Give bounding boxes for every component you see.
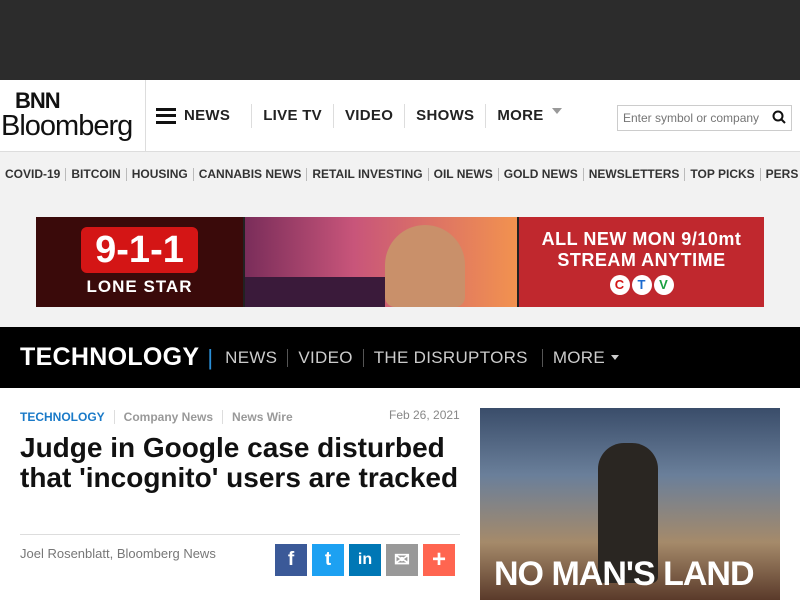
- subnav-newsletters[interactable]: NEWSLETTERS: [582, 167, 685, 181]
- plus-icon: +: [431, 546, 446, 573]
- article-headline: Judge in Google case disturbed that 'inc…: [20, 432, 459, 493]
- section-more-label: MORE: [552, 347, 606, 367]
- ad-band: 9-1-1 LONE STAR ALL NEW MON 9/10mt STREA…: [0, 196, 800, 327]
- twitter-share-button[interactable]: t: [312, 544, 344, 576]
- divider: [20, 534, 460, 535]
- subnav-cannabis[interactable]: CANNABIS NEWS: [192, 167, 307, 181]
- top-ad-space: [0, 0, 800, 80]
- section-link-news[interactable]: NEWS: [221, 348, 287, 367]
- chevron-down-icon: [611, 354, 620, 360]
- ad-show-number: 9-1-1: [81, 226, 198, 273]
- linkedin-share-button[interactable]: in: [349, 544, 381, 576]
- email-share-button[interactable]: ✉: [386, 544, 418, 576]
- subnav-retail-investing[interactable]: RETAIL INVESTING: [306, 167, 427, 181]
- promo-ad[interactable]: NO MAN'S LAND: [480, 408, 780, 600]
- section-more[interactable]: MORE: [541, 347, 629, 367]
- nav-more[interactable]: MORE: [485, 103, 572, 128]
- search-input[interactable]: [618, 111, 768, 125]
- subnav-bitcoin[interactable]: BITCOIN: [65, 167, 125, 181]
- logo-line1: BNN: [15, 87, 61, 113]
- ad-image: [243, 216, 519, 307]
- ad-show-name: LONE STAR: [86, 276, 193, 296]
- crumb-technology[interactable]: TECHNOLOGY: [20, 410, 114, 424]
- hamburger-icon: [156, 107, 176, 124]
- linkedin-icon: in: [357, 551, 373, 568]
- bnn-bloomberg-logo[interactable]: BNN Bloomberg: [0, 80, 146, 151]
- main-nav: NEWS LIVE TV VIDEO SHOWS MORE: [146, 80, 573, 151]
- article-area: TECHNOLOGY Company News News Wire Feb 26…: [0, 388, 800, 600]
- section-separator: |: [207, 344, 214, 370]
- article-date: Feb 26, 2021: [389, 408, 460, 422]
- article-byline: Joel Rosenblatt, Bloomberg News: [20, 546, 216, 561]
- section-bar: TECHNOLOGY | NEWS VIDEO THE DISRUPTORS M…: [0, 327, 800, 388]
- crumb-news-wire[interactable]: News Wire: [222, 410, 302, 424]
- section-link-video[interactable]: VIDEO: [287, 348, 362, 367]
- ctv-logo: C T V: [609, 274, 674, 295]
- ctv-v: V: [653, 274, 674, 295]
- site-header: BNN Bloomberg NEWS LIVE TV VIDEO SHOWS M…: [0, 80, 800, 152]
- ad-line2: STREAM ANYTIME: [557, 249, 726, 270]
- subnav-top-picks[interactable]: TOP PICKS: [684, 167, 759, 181]
- email-icon: ✉: [394, 549, 410, 571]
- nav-news[interactable]: NEWS: [184, 104, 241, 128]
- section-link-disruptors[interactable]: THE DISRUPTORS: [362, 348, 538, 367]
- menu-button[interactable]: NEWS: [156, 104, 251, 128]
- section-title[interactable]: TECHNOLOGY: [20, 343, 199, 372]
- nav-video[interactable]: VIDEO: [332, 103, 404, 128]
- subnav-personal[interactable]: PERS: [759, 167, 800, 181]
- ad-city-skyline: [245, 276, 385, 307]
- search-icon[interactable]: [768, 110, 790, 127]
- search-box: [617, 105, 792, 131]
- nav-more-label: MORE: [497, 106, 544, 124]
- nav-shows[interactable]: SHOWS: [404, 103, 485, 128]
- ad-banner[interactable]: 9-1-1 LONE STAR ALL NEW MON 9/10mt STREA…: [36, 216, 764, 307]
- ad-show-logo: 9-1-1 LONE STAR: [36, 216, 243, 307]
- subnav-gold[interactable]: GOLD NEWS: [497, 167, 583, 181]
- facebook-icon: f: [287, 549, 295, 570]
- ad-schedule: ALL NEW MON 9/10mt STREAM ANYTIME C T V: [519, 216, 764, 307]
- subnav-oil[interactable]: OIL NEWS: [427, 167, 498, 181]
- logo-line2: Bloomberg: [1, 109, 133, 142]
- subnav-housing[interactable]: HOUSING: [125, 167, 193, 181]
- crumb-company-news[interactable]: Company News: [113, 410, 222, 424]
- more-share-button[interactable]: +: [423, 544, 455, 576]
- promo-title: NO MAN'S LAND: [494, 555, 755, 593]
- subnav-covid[interactable]: COVID-19: [5, 167, 65, 181]
- ctv-t: T: [631, 274, 652, 295]
- nav-live-tv[interactable]: LIVE TV: [251, 103, 333, 128]
- ctv-c: C: [609, 274, 630, 295]
- share-buttons: f t in ✉ +: [275, 544, 455, 576]
- twitter-icon: t: [324, 549, 332, 570]
- facebook-share-button[interactable]: f: [275, 544, 307, 576]
- topic-subnav: COVID-19 BITCOIN HOUSING CANNABIS NEWS R…: [0, 152, 800, 196]
- ad-line1: ALL NEW MON 9/10mt: [541, 228, 742, 249]
- breadcrumb: TECHNOLOGY Company News News Wire: [20, 410, 302, 424]
- chevron-down-icon: [551, 107, 562, 114]
- ad-actor-photo: [385, 224, 465, 307]
